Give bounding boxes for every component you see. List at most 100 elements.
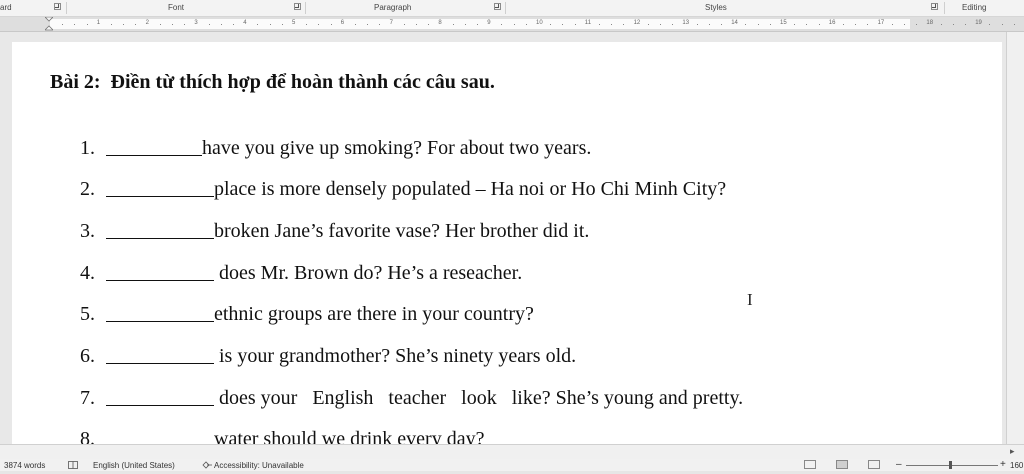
accessibility-status[interactable]: Accessibility: Unavailable (214, 461, 304, 470)
editing-group-label: Editing (962, 3, 987, 12)
ribbon-separator (305, 2, 306, 14)
ruler-tick (647, 24, 649, 25)
ruler-tick (135, 24, 137, 25)
font-dialog-launcher-icon[interactable] (294, 3, 301, 10)
ruler-tick (745, 24, 747, 25)
print-layout-view-button[interactable] (836, 460, 848, 469)
word-count[interactable]: 3874 words (4, 461, 45, 470)
ruler-tick (989, 24, 991, 25)
ruler-tick (513, 24, 515, 25)
styles-dialog-launcher-icon[interactable] (931, 3, 938, 10)
ruler-tick (965, 24, 966, 25)
web-layout-view-button[interactable] (868, 460, 880, 469)
ruler-tick (757, 24, 759, 25)
ruler-tick (708, 24, 710, 25)
answer-blank (106, 387, 214, 406)
ruler-number: 9 (487, 20, 491, 26)
ruler-tick (562, 24, 564, 25)
ruler-tick (123, 24, 125, 25)
ruler-number: 4 (243, 20, 247, 26)
ruler-number: 10 (536, 20, 543, 26)
ruler-tick (1001, 24, 1003, 25)
ruler-tick (806, 24, 808, 25)
ruler-tick (184, 24, 186, 25)
ruler-tick (952, 24, 954, 25)
ruler-number: 1 (96, 20, 101, 26)
ruler-tick (855, 24, 857, 25)
ruler-tick (867, 24, 869, 25)
ruler-tick (916, 24, 918, 25)
ruler-tick (257, 24, 259, 25)
clipboard-group-label: ard (0, 3, 12, 12)
ruler-number: 19 (975, 20, 982, 26)
ruler-number: 14 (731, 20, 738, 26)
horizontal-ruler[interactable]: 1 2 3 4 5 6 7 8 9 10 11 12 13 14 15 16 17 18 19 (0, 17, 1024, 32)
ruler-number: 8 (438, 20, 442, 26)
ruler-tick (721, 24, 722, 25)
language-indicator[interactable]: English (United States) (93, 461, 175, 470)
read-mode-view-button[interactable] (804, 460, 816, 469)
ruler-number: 5 (292, 20, 296, 26)
ruler-tick (464, 24, 466, 25)
ruler-tick (904, 24, 905, 25)
ribbon-separator (944, 2, 945, 14)
ruler-tick (769, 24, 771, 25)
ruler-tick (818, 24, 820, 25)
ruler-tick (599, 24, 600, 25)
ruler-tick (525, 24, 527, 25)
horizontal-scrollbar[interactable]: ▸ (0, 444, 1024, 459)
font-group-label: Font (168, 3, 185, 12)
ruler-number: 3 (194, 20, 198, 26)
ruler-tick (477, 24, 478, 25)
ribbon-group-labels: ard Font Paragraph Styles Editing (0, 0, 1024, 17)
ruler-tick (1013, 24, 1015, 25)
ruler-number: 16 (828, 20, 836, 26)
ruler-tick (696, 24, 698, 25)
ruler-number: 15 (780, 20, 787, 26)
ruler-tick (281, 24, 283, 25)
ruler-tick (550, 24, 552, 25)
ruler-number: 13 (682, 20, 690, 26)
ruler-number: 6 (340, 20, 345, 26)
ruler-tick (159, 24, 161, 25)
answer-blank (106, 262, 214, 281)
status-bar: 3874 words English (United States) Acces… (0, 459, 1024, 471)
ruler-tick (269, 24, 271, 25)
vertical-scrollbar[interactable] (1006, 32, 1024, 444)
zoom-in-button[interactable]: + (1000, 459, 1006, 470)
paragraph-dialog-launcher-icon[interactable] (494, 3, 501, 10)
paragraph-group-label: Paragraph (374, 3, 412, 12)
ruler-tick (220, 24, 222, 25)
zoom-level[interactable]: 160 (1010, 461, 1023, 470)
ruler-tick (367, 24, 369, 25)
ruler-tick (111, 24, 112, 25)
scroll-right-arrow-icon[interactable]: ▸ (1010, 446, 1015, 457)
answer-blank (106, 137, 202, 156)
indent-marker-icon[interactable] (45, 17, 53, 31)
ruler-number: 12 (633, 20, 641, 26)
ruler-tick (452, 24, 454, 25)
ruler-tick (428, 24, 430, 25)
ruler-tick (623, 24, 625, 25)
zoom-out-button[interactable]: – (896, 459, 902, 470)
ruler-tick (379, 24, 381, 25)
ruler-number: 11 (584, 20, 592, 26)
accessibility-icon[interactable] (202, 461, 213, 469)
ruler-number: 7 (389, 20, 393, 26)
ruler-tick (306, 24, 308, 25)
zoom-slider-track[interactable] (906, 465, 998, 466)
ruler-tick (843, 24, 844, 25)
styles-group-label: Styles (705, 3, 727, 12)
ruler-tick (416, 24, 417, 25)
ruler-number: 2 (145, 20, 149, 26)
document-area: Bài 2: Điền từ thích hợp để hoàn thành c… (0, 32, 1006, 450)
ruler-tick (501, 24, 503, 25)
answer-blank (106, 345, 214, 364)
proofing-icon[interactable] (68, 461, 78, 469)
zoom-slider-thumb[interactable] (949, 461, 952, 469)
ruler-number: 17 (877, 20, 885, 26)
clipboard-dialog-launcher-icon[interactable] (54, 3, 61, 10)
ribbon-separator (66, 2, 67, 14)
ruler-tick (233, 24, 234, 25)
document-page[interactable]: Bài 2: Điền từ thích hợp để hoàn thành c… (12, 42, 1002, 450)
